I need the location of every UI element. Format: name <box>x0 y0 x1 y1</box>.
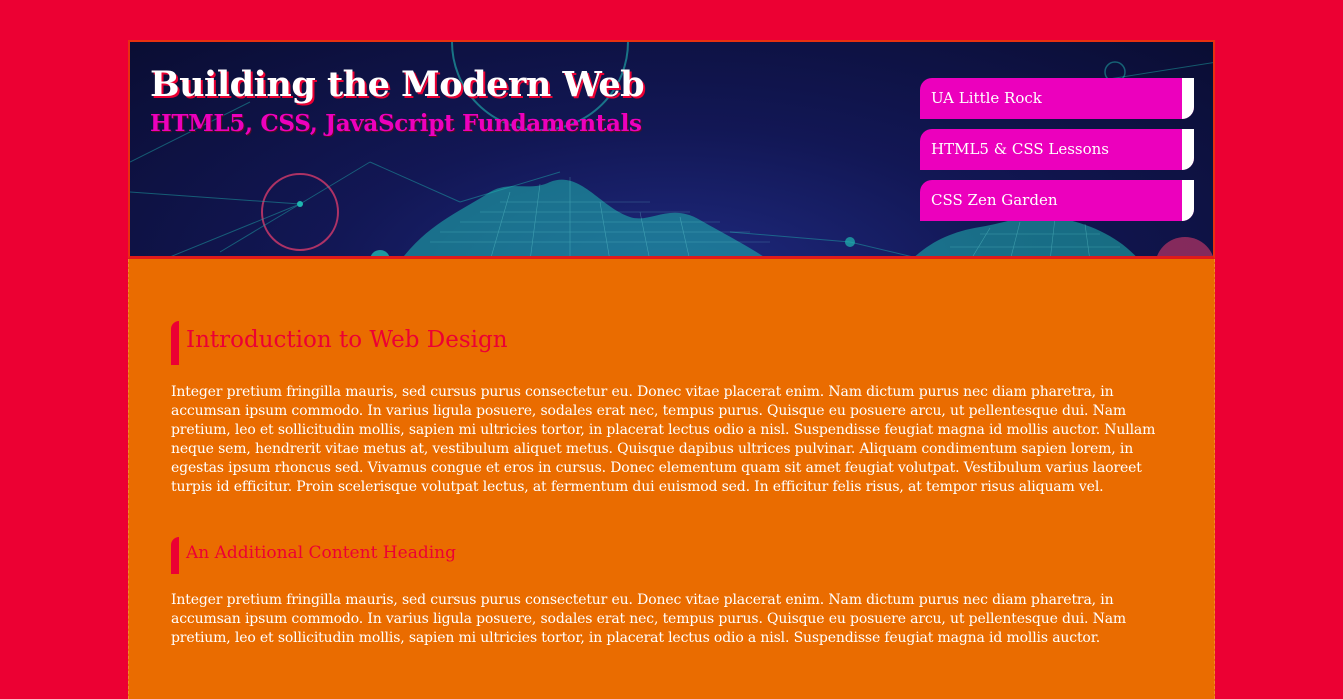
section-heading-additional: An Additional Content Heading <box>171 537 456 574</box>
site-subtitle: HTML5, CSS, JavaScript Fundamentals <box>150 110 642 137</box>
page-wrapper: Building the Modern Web HTML5, CSS, Java… <box>128 40 1215 699</box>
section-heading-additional-text: An Additional Content Heading <box>186 543 456 563</box>
site-banner: Building the Modern Web HTML5, CSS, Java… <box>128 40 1215 259</box>
heading-accent-bar <box>171 537 179 574</box>
main-content: Introduction to Web Design Integer preti… <box>128 259 1215 699</box>
nav-link-css-zen-garden[interactable]: CSS Zen Garden <box>920 180 1194 221</box>
section-heading-intro-text: Introduction to Web Design <box>186 327 508 353</box>
nav-link-ua-little-rock[interactable]: UA Little Rock <box>920 78 1194 119</box>
site-title: Building the Modern Web <box>150 64 645 105</box>
additional-paragraph: Integer pretium fringilla mauris, sed cu… <box>171 592 1127 646</box>
main-navigation: UA Little Rock HTML5 & CSS Lessons CSS Z… <box>920 78 1195 231</box>
nav-link-html5-css-lessons[interactable]: HTML5 & CSS Lessons <box>920 129 1194 170</box>
heading-accent-bar <box>171 321 179 365</box>
intro-paragraph: Integer pretium fringilla mauris, sed cu… <box>171 384 1156 495</box>
section-heading-intro: Introduction to Web Design <box>171 321 508 365</box>
